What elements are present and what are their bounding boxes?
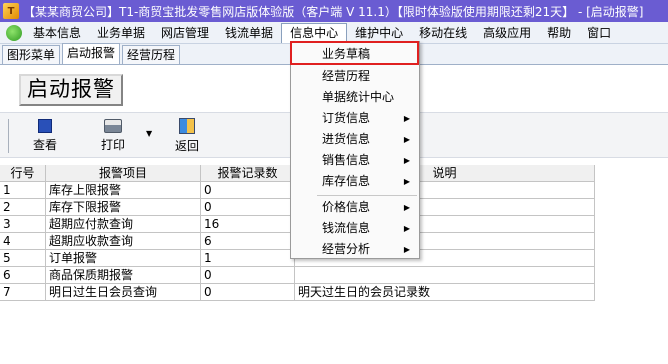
dropdown-item-label: 销售信息 xyxy=(322,153,371,167)
record-count: 0 xyxy=(201,284,295,301)
alert-item: 库存上限报警 xyxy=(46,182,201,199)
tab-business-history[interactable]: 经营历程 xyxy=(122,45,181,64)
submenu-arrow-icon: ▶ xyxy=(403,177,410,186)
info-center-dropdown: 业务草稿 经营历程 单据统计中心 订货信息 ▶ 进货信息 ▶ 销售信息 ▶ 库存信息 ▶… xyxy=(290,41,420,259)
dropdown-separator xyxy=(317,195,417,196)
highlight-box xyxy=(290,41,419,65)
menu-cash-docs[interactable]: 钱流单据 xyxy=(217,23,281,43)
header-record-count: 报警记录数 xyxy=(201,165,295,182)
submenu-arrow-icon: ▶ xyxy=(403,245,410,254)
menu-info-center[interactable]: 信息中心 xyxy=(281,22,348,43)
tab-startup-alerts[interactable]: 启动报警 xyxy=(62,43,121,64)
dropdown-item-label: 库存信息 xyxy=(322,174,371,188)
printer-icon xyxy=(104,119,122,133)
tab-graphic-menu[interactable]: 图形菜单 xyxy=(2,45,61,64)
record-count: 1 xyxy=(201,250,295,267)
dropdown-item-sales-info[interactable]: 销售信息 ▶ xyxy=(292,150,418,171)
header-alert-item: 报警项目 xyxy=(46,165,201,182)
table-row[interactable]: 7 明日过生日会员查询 0 明天过生日的会员记录数 xyxy=(0,284,595,301)
menu-business-docs[interactable]: 业务单据 xyxy=(89,23,153,43)
row-number: 7 xyxy=(0,284,46,301)
submenu-arrow-icon: ▶ xyxy=(403,224,410,233)
view-icon xyxy=(38,119,52,133)
view-button[interactable]: 查看 xyxy=(30,117,60,153)
page-title: 启动报警 xyxy=(19,74,123,106)
submenu-arrow-icon: ▶ xyxy=(403,135,410,144)
row-number: 3 xyxy=(0,216,46,233)
alert-item: 商品保质期报警 xyxy=(46,267,201,284)
row-number: 4 xyxy=(0,233,46,250)
dropdown-item-label: 价格信息 xyxy=(322,200,371,214)
app-menu-icon[interactable] xyxy=(6,24,22,41)
record-count: 16 xyxy=(201,216,295,233)
menu-mobile-online[interactable]: 移动在线 xyxy=(411,23,475,43)
row-number: 2 xyxy=(0,199,46,216)
menu-maintenance-center[interactable]: 维护中心 xyxy=(347,23,411,43)
dropdown-item-price-info[interactable]: 价格信息 ▶ xyxy=(292,197,418,218)
menu-window[interactable]: 窗口 xyxy=(579,23,619,43)
print-button[interactable]: 打印 xyxy=(98,117,128,153)
alert-item: 超期应付款查询 xyxy=(46,216,201,233)
row-number: 1 xyxy=(0,182,46,199)
dropdown-item-business-history[interactable]: 经营历程 xyxy=(292,66,418,87)
record-count: 0 xyxy=(201,267,295,284)
alert-item: 明日过生日会员查询 xyxy=(46,284,201,301)
alert-item: 库存下限报警 xyxy=(46,199,201,216)
view-label: 查看 xyxy=(32,138,57,152)
menu-help[interactable]: 帮助 xyxy=(539,23,579,43)
record-count: 6 xyxy=(201,233,295,250)
app-icon: T xyxy=(3,3,19,19)
dropdown-item-label: 钱流信息 xyxy=(322,221,371,235)
print-dropdown-arrow-icon[interactable]: ▼ xyxy=(146,129,152,138)
header-row-number: 行号 xyxy=(0,165,46,182)
dropdown-item-purchase-info[interactable]: 进货信息 ▶ xyxy=(292,129,418,150)
dropdown-item-label: 进货信息 xyxy=(322,132,371,146)
alert-item: 订单报警 xyxy=(46,250,201,267)
dropdown-item-document-stats[interactable]: 单据统计中心 xyxy=(292,87,418,108)
window-title: 【某某商贸公司】T1-商贸宝批发零售网店版体验版（客户端 V 11.1）【限时体… xyxy=(23,4,644,19)
row-number: 5 xyxy=(0,250,46,267)
alert-item: 超期应收款查询 xyxy=(46,233,201,250)
dropdown-item-order-info[interactable]: 订货信息 ▶ xyxy=(292,108,418,129)
table-row[interactable]: 6 商品保质期报警 0 xyxy=(0,267,595,284)
description: 明天过生日的会员记录数 xyxy=(295,284,595,301)
dropdown-item-business-analysis[interactable]: 经营分析 ▶ xyxy=(292,239,418,260)
record-count: 0 xyxy=(201,182,295,199)
dropdown-item-label: 订货信息 xyxy=(322,111,371,125)
back-icon xyxy=(179,118,195,134)
dropdown-item-label: 经营分析 xyxy=(322,242,371,256)
back-button[interactable]: 返回 xyxy=(172,117,202,154)
submenu-arrow-icon: ▶ xyxy=(403,114,410,123)
submenu-arrow-icon: ▶ xyxy=(403,156,410,165)
dropdown-item-label: 经营历程 xyxy=(322,69,371,83)
back-label: 返回 xyxy=(174,139,199,153)
row-number: 6 xyxy=(0,267,46,284)
print-label: 打印 xyxy=(100,138,125,152)
title-bar: T 【某某商贸公司】T1-商贸宝批发零售网店版体验版（客户端 V 11.1）【限… xyxy=(0,0,668,22)
dropdown-item-cashflow-info[interactable]: 钱流信息 ▶ xyxy=(292,218,418,239)
menu-shop-management[interactable]: 网店管理 xyxy=(153,23,217,43)
dropdown-item-inventory-info[interactable]: 库存信息 ▶ xyxy=(292,171,418,192)
submenu-arrow-icon: ▶ xyxy=(403,203,410,212)
menu-advanced[interactable]: 高级应用 xyxy=(475,23,539,43)
dropdown-item-label: 单据统计中心 xyxy=(322,90,395,104)
description xyxy=(295,267,595,284)
menu-basic-info[interactable]: 基本信息 xyxy=(25,23,89,43)
record-count: 0 xyxy=(201,199,295,216)
toolbar-separator xyxy=(8,119,9,153)
